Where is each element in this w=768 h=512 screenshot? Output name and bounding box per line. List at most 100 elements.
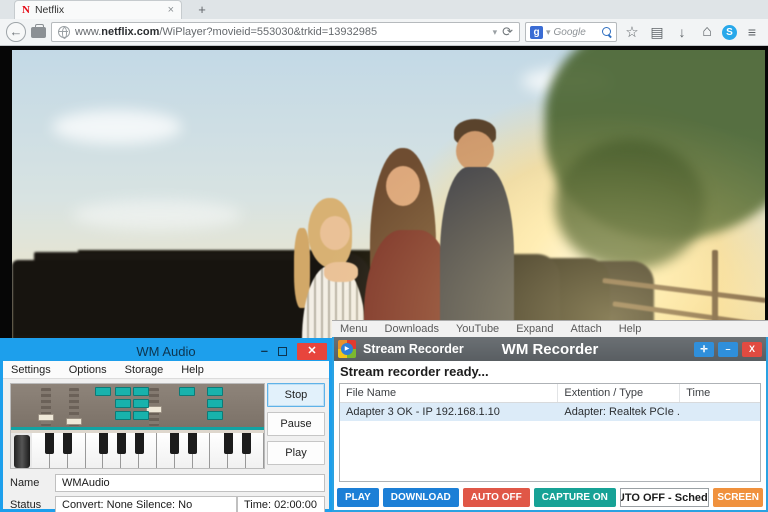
- synth-skin: [10, 383, 265, 469]
- bookmarks-panel-icon[interactable]: ▤: [647, 24, 667, 41]
- tab-close-icon[interactable]: ×: [168, 4, 174, 16]
- menu-item-storage[interactable]: Storage: [125, 364, 164, 376]
- synth-button: [95, 387, 111, 396]
- ada-scheduler-status[interactable]: ADA - AUTO OFF - Scheduler OFF: [620, 488, 709, 507]
- url-bar[interactable]: www.netflix.com/WiPlayer?movieid=553030&…: [51, 22, 520, 42]
- synth-button: [115, 387, 131, 396]
- synth-button-group: [179, 387, 195, 396]
- recorder-titlebar-label: Stream Recorder: [363, 342, 464, 356]
- status-row: Status Convert: None Silence: No Time: 0…: [7, 496, 325, 512]
- status-field: Convert: None Silence: No: [55, 496, 237, 512]
- recorder-menubar: Menu Downloads YouTube Expand Attach Hel…: [332, 320, 768, 337]
- move-icon[interactable]: ✛: [694, 342, 714, 357]
- play-button[interactable]: PLAY: [337, 488, 379, 507]
- play-button[interactable]: Play: [267, 441, 325, 465]
- transport-buttons: Stop Pause Play: [267, 383, 325, 465]
- menu-item-help[interactable]: Help: [619, 323, 642, 335]
- url-text[interactable]: www.netflix.com/WiPlayer?movieid=553030&…: [75, 26, 488, 38]
- name-label: Name: [7, 477, 47, 489]
- mixer-slider: [69, 388, 79, 426]
- synth-button: [179, 387, 195, 396]
- search-engine-dropdown-icon[interactable]: ▾: [546, 27, 551, 38]
- reload-icon[interactable]: ⟳: [502, 24, 513, 40]
- menu-item-youtube[interactable]: YouTube: [456, 323, 499, 335]
- synth-button-group: [133, 387, 149, 420]
- capture-on-button[interactable]: CAPTURE ON: [534, 488, 616, 507]
- screen: N Netflix × + ← www.netflix.com/WiPlayer…: [0, 0, 768, 512]
- column-file-name[interactable]: File Name: [340, 384, 558, 402]
- search-bar[interactable]: g ▾ Google: [525, 22, 617, 42]
- minimize-icon[interactable]: –: [261, 346, 268, 356]
- screen-button[interactable]: SCREEN: [713, 488, 763, 507]
- mixer-slider: [41, 388, 51, 426]
- cloud: [72, 200, 242, 230]
- piano-black-key: [117, 433, 126, 454]
- menu-item-help[interactable]: Help: [181, 364, 204, 376]
- synth-button: [207, 399, 223, 408]
- piano-keyboard: [11, 433, 264, 469]
- synth-button-group: [95, 387, 111, 396]
- menu-item-options[interactable]: Options: [69, 364, 107, 376]
- downloads-icon[interactable]: ↓: [672, 24, 692, 40]
- column-time[interactable]: Time: [680, 384, 760, 402]
- url-path: /WiPlayer?movieid=553030&trkid=13932985: [159, 26, 377, 38]
- table-row[interactable]: Adapter 3 OK - IP 192.168.1.10 Adapter: …: [340, 403, 760, 421]
- slider-knob: [66, 418, 82, 425]
- minimize-icon[interactable]: –: [718, 342, 738, 357]
- piano-black-key: [188, 433, 197, 454]
- maximize-icon[interactable]: [278, 347, 287, 356]
- menu-item-downloads[interactable]: Downloads: [385, 323, 439, 335]
- menu-icon[interactable]: ≡: [742, 24, 762, 40]
- cell-extension-type: Adapter: Realtek PCIe ...: [558, 403, 680, 421]
- cell-time: [680, 403, 760, 421]
- bookmark-star-icon[interactable]: ☆: [622, 23, 642, 41]
- menu-item-attach[interactable]: Attach: [571, 323, 602, 335]
- slider-knob: [38, 414, 54, 421]
- browser-navbar: ← www.netflix.com/WiPlayer?movieid=55303…: [0, 19, 768, 46]
- home-icon[interactable]: ⌂: [697, 23, 717, 41]
- stop-button[interactable]: Stop: [267, 383, 325, 407]
- pause-button[interactable]: Pause: [267, 412, 325, 436]
- synth-button: [133, 411, 149, 420]
- recorder-status-text: Stream recorder ready...: [334, 361, 766, 381]
- audio-menubar: Settings Options Storage Help: [3, 361, 329, 379]
- download-button[interactable]: DOWNLOAD: [383, 488, 459, 507]
- close-icon[interactable]: ✕: [297, 343, 327, 360]
- synth-button: [115, 411, 131, 420]
- back-button[interactable]: ←: [6, 22, 26, 42]
- synth-button: [133, 399, 149, 408]
- piano-black-key: [135, 433, 144, 454]
- piano-black-key: [242, 433, 251, 454]
- search-input[interactable]: Google: [554, 27, 599, 38]
- new-tab-button[interactable]: +: [190, 2, 214, 19]
- menu-item-menu[interactable]: Menu: [340, 323, 368, 335]
- mixer-slider: [149, 388, 159, 426]
- synth-button: [207, 387, 223, 396]
- close-icon[interactable]: X: [742, 342, 762, 357]
- name-field[interactable]: WMAudio: [55, 474, 325, 492]
- google-engine-icon[interactable]: g: [530, 26, 543, 39]
- piano-black-key: [170, 433, 179, 454]
- piano-black-key: [99, 433, 108, 454]
- wm-recorder-window: Stream Recorder WM Recorder ✛ – X Stream…: [332, 337, 768, 512]
- synth-button: [207, 411, 223, 420]
- cell-file-name: Adapter 3 OK - IP 192.168.1.10: [340, 403, 558, 421]
- tab-netflix[interactable]: N Netflix ×: [14, 0, 182, 19]
- menu-item-expand[interactable]: Expand: [516, 323, 553, 335]
- audio-titlebar[interactable]: WM Audio – ✕: [3, 341, 329, 361]
- recorder-file-table[interactable]: File Name Extention / Type Time Adapter …: [339, 383, 761, 482]
- synth-button: [115, 399, 131, 408]
- cloud: [52, 110, 182, 144]
- recorder-titlebar[interactable]: Stream Recorder WM Recorder ✛ – X: [334, 337, 766, 361]
- column-extension-type[interactable]: Extention / Type: [558, 384, 680, 402]
- piano-black-key: [224, 433, 233, 454]
- site-icon[interactable]: [31, 27, 46, 38]
- auto-off-button[interactable]: AUTO OFF: [463, 488, 530, 507]
- url-dropdown-icon[interactable]: ▾: [493, 27, 498, 38]
- search-icon[interactable]: [602, 27, 612, 37]
- netflix-favicon-icon: N: [22, 4, 30, 16]
- menu-item-settings[interactable]: Settings: [11, 364, 51, 376]
- synth-control-panel: [11, 384, 264, 430]
- synth-button-group: [115, 387, 131, 420]
- skype-icon[interactable]: S: [722, 25, 737, 40]
